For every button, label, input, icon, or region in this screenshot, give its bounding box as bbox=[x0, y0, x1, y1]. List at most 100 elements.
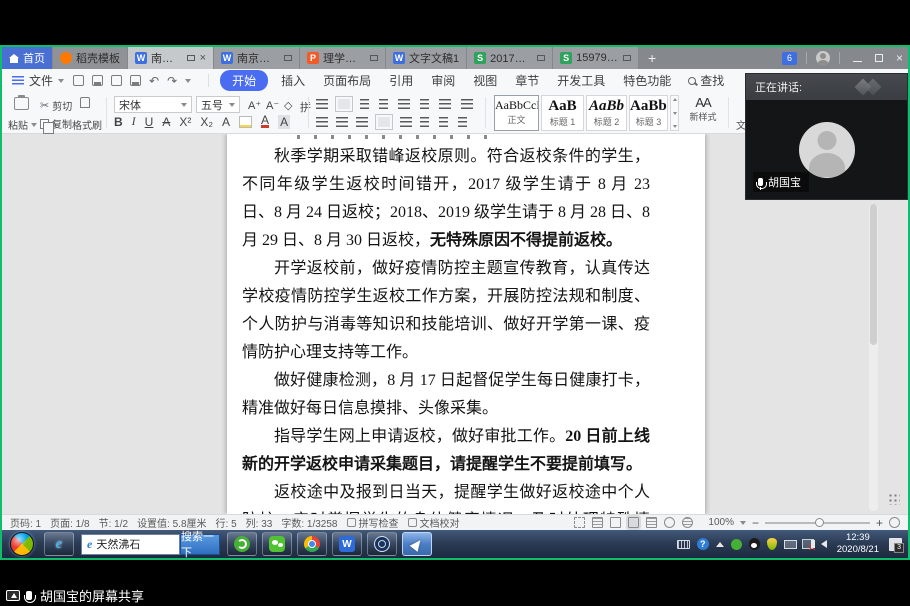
font-size-select[interactable]: 五号 bbox=[196, 96, 240, 113]
new-style-button[interactable]: AA 新样式 bbox=[685, 95, 721, 123]
find-menu[interactable]: 查找 bbox=[688, 72, 724, 89]
vertical-scrollbar[interactable] bbox=[869, 204, 878, 511]
chevron-down-icon[interactable] bbox=[740, 521, 746, 525]
menu-item-insert[interactable]: 插入 bbox=[272, 70, 314, 91]
font-color-button[interactable]: A bbox=[261, 115, 269, 128]
align-right-icon[interactable] bbox=[356, 117, 368, 127]
eye-protect-icon[interactable] bbox=[682, 517, 693, 528]
strikethrough-button[interactable]: A bbox=[162, 115, 170, 129]
subscript-button[interactable]: X₂ bbox=[200, 115, 213, 129]
file-menu[interactable]: 文件 bbox=[12, 72, 64, 89]
minimize-button[interactable] bbox=[853, 61, 862, 62]
tab-document[interactable]: W 南京邮电大学 bbox=[214, 47, 300, 69]
char-shading-button[interactable]: A bbox=[278, 115, 290, 129]
distribute-icon[interactable] bbox=[400, 117, 412, 127]
shading-icon[interactable] bbox=[439, 117, 448, 127]
copy-button[interactable]: 复制 bbox=[40, 116, 72, 131]
menu-item-view[interactable]: 视图 bbox=[464, 70, 506, 91]
align-left-icon[interactable] bbox=[316, 117, 328, 127]
status-word-count[interactable]: 字数: 1/3258 bbox=[281, 515, 337, 530]
spell-check-button[interactable]: 拼写检查 bbox=[347, 515, 399, 530]
tray-qq-icon[interactable] bbox=[749, 538, 760, 550]
tab-presentation[interactable]: P 理学院17级开 bbox=[300, 47, 386, 69]
taskbar-chrome[interactable] bbox=[297, 532, 327, 556]
help-tray-icon[interactable]: ? bbox=[697, 538, 709, 550]
justify-icon[interactable] bbox=[378, 117, 390, 127]
search-input[interactable]: e 天然沸石 bbox=[81, 534, 180, 555]
side-panel-toggle-icon[interactable] bbox=[888, 493, 900, 505]
style-heading1[interactable]: AaB 标题 1 bbox=[541, 95, 584, 131]
taskbar-360-browser[interactable] bbox=[227, 532, 257, 556]
zoom-slider-thumb[interactable] bbox=[815, 518, 824, 527]
tab-new-document[interactable]: W 文字文稿1 bbox=[386, 47, 467, 69]
show-hidden-icons-arrow[interactable] bbox=[716, 542, 724, 547]
menu-item-page-layout[interactable]: 页面布局 bbox=[314, 70, 380, 91]
cut-button[interactable]: ✂ 剪切 bbox=[40, 98, 72, 113]
taskbar-ie[interactable]: e bbox=[44, 532, 74, 556]
document-count-badge[interactable]: 6 bbox=[782, 52, 797, 65]
tray-volume-icon[interactable] bbox=[821, 540, 827, 548]
zoom-out-button[interactable]: − bbox=[752, 517, 759, 529]
underline-button[interactable]: U bbox=[145, 115, 154, 129]
asian-layout-icon[interactable] bbox=[439, 99, 451, 109]
web-layout-icon[interactable] bbox=[664, 517, 675, 528]
tab-home[interactable]: 首页 bbox=[2, 47, 53, 69]
export-icon[interactable] bbox=[92, 75, 103, 86]
zoom-slider[interactable] bbox=[765, 522, 870, 524]
fit-page-icon[interactable] bbox=[889, 517, 900, 528]
italic-button[interactable]: I bbox=[132, 114, 136, 129]
taskbar-campus-app[interactable] bbox=[367, 532, 397, 556]
menu-item-dev-tools[interactable]: 开发工具 bbox=[548, 70, 614, 91]
taskbar-wps[interactable]: eW bbox=[332, 532, 362, 556]
tray-network-icon[interactable] bbox=[784, 539, 795, 549]
redo-icon[interactable]: ↷ bbox=[167, 75, 177, 87]
fullscreen-icon[interactable] bbox=[574, 517, 585, 528]
scrollbar-thumb[interactable] bbox=[870, 204, 877, 345]
keyboard-tray-icon[interactable] bbox=[677, 540, 690, 549]
account-avatar[interactable] bbox=[816, 51, 830, 65]
zoom-level[interactable]: 100% bbox=[708, 517, 734, 528]
style-heading2[interactable]: AaBb 标题 2 bbox=[586, 95, 627, 131]
menu-item-special-features[interactable]: 特色功能 bbox=[614, 70, 680, 91]
notification-icon[interactable]: 3 bbox=[889, 538, 902, 551]
shrink-font-button[interactable]: A⁻ bbox=[266, 99, 279, 112]
menu-item-review[interactable]: 审阅 bbox=[422, 70, 464, 91]
tab-docer-templates[interactable]: 稻壳模板 bbox=[53, 47, 128, 69]
menu-item-section[interactable]: 章节 bbox=[506, 70, 548, 91]
zoom-in-button[interactable]: + bbox=[876, 517, 883, 529]
style-normal[interactable]: AaBbCcD 正文 bbox=[494, 95, 539, 131]
numbered-list-icon[interactable] bbox=[338, 99, 350, 109]
superscript-button[interactable]: X² bbox=[179, 115, 191, 129]
undo-icon[interactable]: ↶ bbox=[149, 75, 159, 87]
outline-view-icon[interactable] bbox=[646, 517, 657, 528]
paste-button[interactable]: 粘贴 bbox=[8, 117, 37, 132]
tab-spreadsheet[interactable]: S 2017级研究生 bbox=[467, 47, 553, 69]
taskbar-wechat[interactable] bbox=[262, 532, 292, 556]
insert-table-icon[interactable] bbox=[461, 99, 473, 109]
char-effects-button[interactable]: A bbox=[222, 115, 230, 129]
grow-font-button[interactable]: A⁺ bbox=[248, 99, 261, 112]
align-center-icon[interactable] bbox=[336, 117, 348, 127]
format-painter-button[interactable]: 格式刷 bbox=[72, 117, 102, 132]
style-heading3[interactable]: AaBb( 标题 3 bbox=[629, 95, 668, 131]
sort-icon[interactable] bbox=[420, 99, 429, 109]
page-view-icon[interactable] bbox=[628, 517, 639, 528]
document-page[interactable]: 秋季学期采取错峰返校原则。符合返校条件的学生，不同年级学生返校时间错开，2017… bbox=[227, 134, 705, 514]
print-preview-icon[interactable] bbox=[130, 75, 141, 86]
pinyin-guide-button[interactable]: 拼 bbox=[300, 99, 311, 115]
borders-icon[interactable] bbox=[458, 117, 467, 127]
tab-document-active[interactable]: W 南京邮电大学 × bbox=[128, 47, 214, 69]
menu-item-references[interactable]: 引用 bbox=[380, 70, 422, 91]
bullet-list-icon[interactable] bbox=[316, 99, 328, 109]
highlight-color-button[interactable] bbox=[239, 116, 252, 128]
clear-format-icon[interactable]: ◇ bbox=[284, 99, 292, 112]
read-layout-icon[interactable] bbox=[592, 517, 603, 528]
bold-button[interactable]: B bbox=[114, 115, 123, 129]
styles-gallery-scroll[interactable] bbox=[670, 95, 679, 131]
tray-360-icon[interactable] bbox=[731, 539, 742, 550]
maximize-button[interactable] bbox=[875, 54, 883, 62]
document-text[interactable]: 秋季学期采取错峰返校原则。符合返校条件的学生，不同年级学生返校时间错开，2017… bbox=[242, 143, 650, 514]
write-mode-icon[interactable] bbox=[610, 517, 621, 528]
tab-close-icon[interactable]: × bbox=[200, 52, 206, 64]
customize-toolbar-icon[interactable] bbox=[185, 79, 191, 83]
